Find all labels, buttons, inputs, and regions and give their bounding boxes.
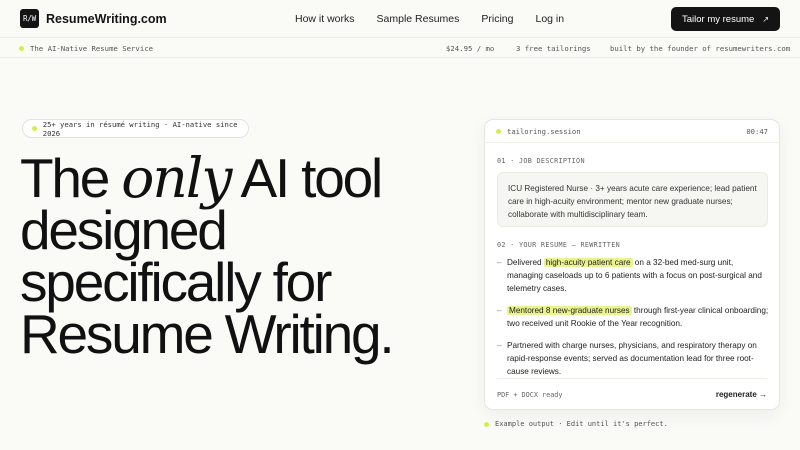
rewritten-bullets: – Delivered high-acuity patient care on … <box>497 256 771 387</box>
status-price: $24.95 / mo <box>446 44 495 53</box>
nav-link-pricing[interactable]: Pricing <box>481 13 513 25</box>
job-description-box: ICU Registered Nurse · 3+ years acute ca… <box>497 172 768 227</box>
example-caption: Example output · Edit until it's perfect… <box>484 420 668 428</box>
hero-badge: 25+ years in résumé writing · AI-native … <box>22 119 249 138</box>
bullet-dash: – <box>497 306 502 315</box>
nav-link-sample-resumes[interactable]: Sample Resumes <box>377 13 460 25</box>
nav-link-how-it-works[interactable]: How it works <box>295 13 355 25</box>
badge-dot-icon <box>32 126 37 131</box>
arrow-up-right-icon: ↗ <box>762 14 770 24</box>
export-formats: PDF + DOCX ready <box>497 390 563 399</box>
bullet-highlight: Mentored 8 new-graduate nurses <box>507 306 632 315</box>
bullet-dash: – <box>497 258 502 267</box>
status-tagline: The AI-Native Resume Service <box>30 44 154 53</box>
card-footer: PDF + DOCX ready regenerate → <box>497 378 767 410</box>
session-dot-icon <box>496 128 501 134</box>
top-nav: R/W ResumeWriting.com How it works Sampl… <box>0 0 800 38</box>
job-description-label: 01 · JOB DESCRIPTION <box>497 157 585 165</box>
nav-link-log-in[interactable]: Log in <box>536 13 565 25</box>
list-item: – Delivered high-acuity patient care on … <box>497 256 771 295</box>
status-dot-icon <box>19 46 24 51</box>
nav-links: How it works Sample Resumes Pricing Log … <box>295 0 564 38</box>
session-timer: 00:47 <box>746 126 768 136</box>
status-tagline-group: The AI-Native Resume Service <box>19 44 153 53</box>
resume-rewritten-label: 02 · YOUR RESUME — REWRITTEN <box>497 241 620 249</box>
hero-headline: The only AI tool designed specifically f… <box>20 151 440 362</box>
logo-mark: R/W <box>20 9 39 28</box>
caption-dot-icon <box>484 421 489 427</box>
bullet-text: Partnered with charge nurses, physicians… <box>507 341 757 376</box>
regenerate-button[interactable]: regenerate → <box>716 390 767 399</box>
cta-label: Tailor my resume <box>681 13 755 25</box>
bullet-text: Delivered high-acuity patient care on a … <box>507 256 771 295</box>
list-item: – Mentored 8 new-graduate nurses through… <box>497 304 771 330</box>
session-title: tailoring.session <box>507 126 581 136</box>
status-built-by: built by the founder of resumewriters.co… <box>610 44 791 53</box>
caption-text: Example output · Edit until it's perfect… <box>495 420 668 428</box>
tailor-my-resume-button[interactable]: Tailor my resume ↗ <box>671 7 780 31</box>
tailoring-session-card: tailoring.session 00:47 01 · JOB DESCRIP… <box>484 119 780 410</box>
bullet-text: Mentored 8 new-graduate nurses through f… <box>507 304 771 330</box>
bullet-dash: – <box>497 341 502 350</box>
status-bar: The AI-Native Resume Service $24.95 / mo… <box>0 38 800 58</box>
brand-name: ResumeWriting.com <box>46 11 167 26</box>
badge-text: 25+ years in résumé writing · AI-native … <box>42 119 238 138</box>
logo[interactable]: R/W ResumeWriting.com <box>20 9 167 28</box>
bullet-highlight: high-acuity patient care <box>543 258 633 267</box>
card-header: tailoring.session 00:47 <box>485 120 779 143</box>
list-item: – Partnered with charge nurses, physicia… <box>497 339 771 378</box>
bullet-text-pre: Delivered <box>507 258 544 267</box>
status-free-tailorings: 3 free tailorings <box>516 44 591 53</box>
